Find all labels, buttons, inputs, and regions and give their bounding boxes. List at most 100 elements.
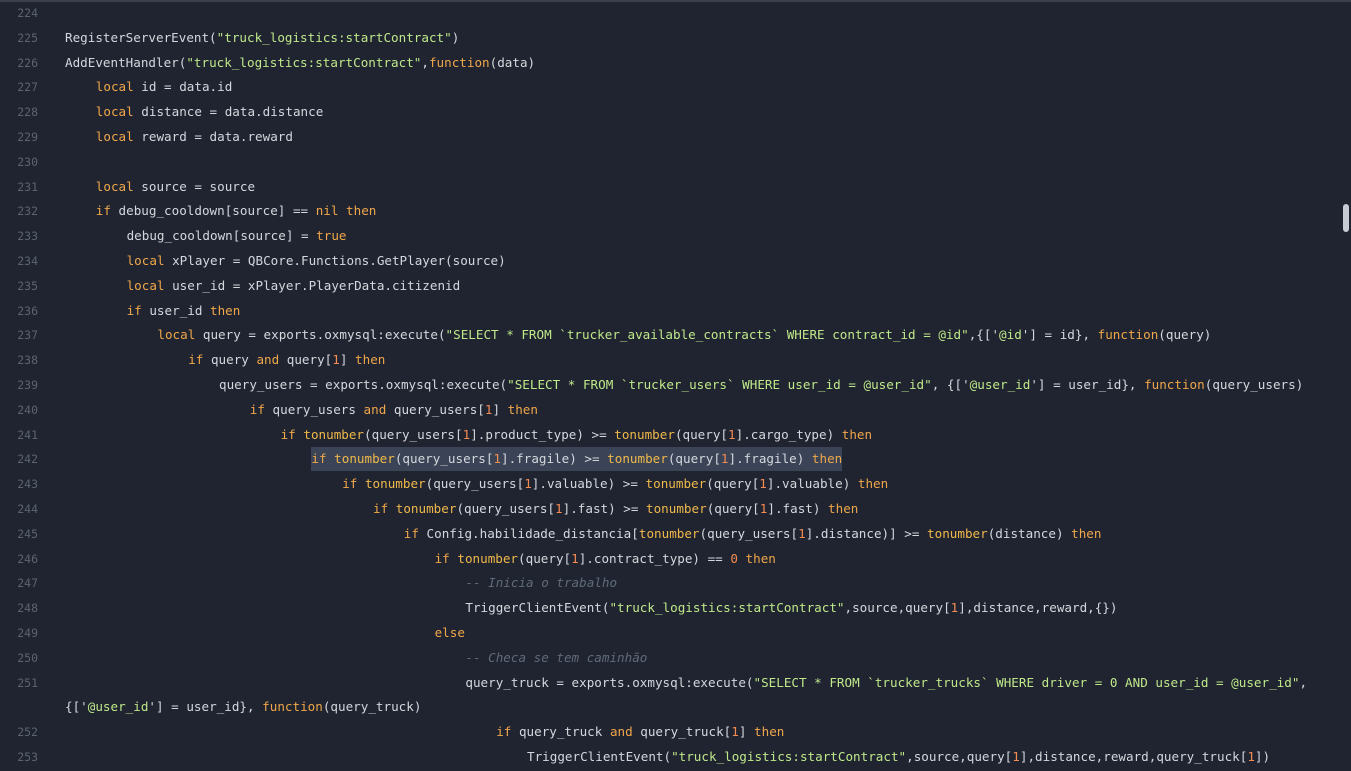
code-line[interactable]: 240 if query_users and query_users[1] the… [0, 398, 1351, 422]
code-line[interactable]: 248 TriggerClientEvent("truck_logistics:s… [0, 596, 1351, 620]
line-number: 249 [17, 626, 38, 640]
line-number: 248 [17, 601, 38, 616]
code-token: if [496, 724, 512, 740]
code-line[interactable]: 228 local distance = data.distance [0, 100, 1351, 124]
code-token: tonumber [638, 525, 700, 541]
code-token: AddEventHandler( [65, 54, 187, 70]
code-line[interactable]: 250 -- Checa se tem caminhão [0, 646, 1351, 670]
code-line[interactable]: 247 -- Inicia o trabalho [0, 571, 1351, 595]
code-line[interactable]: 227 local id = data.id [0, 75, 1351, 99]
code-token: (query_users) [1204, 377, 1304, 392]
code-token: if [95, 203, 111, 219]
code-token: local [157, 327, 196, 343]
code-token: query [203, 352, 257, 368]
code-token: "truck_logistics:startContract" [671, 749, 907, 764]
line-number: 237 [17, 328, 38, 343]
highlighted-code-text: if tonumber(query_users[1].fragile) >= t… [311, 447, 843, 472]
code-line[interactable]: 231 local source = source [0, 175, 1351, 199]
code-line[interactable]: 232 if debug_cooldown[source] == nil then [0, 199, 1351, 223]
code-editor[interactable]: 224 225 RegisterServerEvent("truck_logisti… [0, 0, 1351, 771]
code-line[interactable]: 244 if tonumber(query_users[1].fast) >= t… [0, 497, 1351, 521]
code-line[interactable]: {['@user_id'] = user_id}, function(query… [0, 695, 1351, 719]
code-token: 0 [730, 550, 738, 566]
code-token: query_users[ [386, 401, 485, 417]
line-number: 252 [17, 725, 38, 740]
code-text: local source = source [96, 175, 255, 199]
code-token: debug_cooldown[source] == [110, 203, 316, 219]
code-text: local user_id = xPlayer.PlayerData.citiz… [127, 274, 461, 298]
code-text: -- Checa se tem caminhão [465, 646, 647, 670]
code-token: then [811, 451, 843, 467]
line-number: 235 [17, 278, 38, 293]
code-line[interactable]: 243 if tonumber(query_users[1].valuable) … [0, 472, 1351, 496]
line-number: 244 [17, 502, 38, 516]
code-token: ] [738, 724, 755, 740]
code-line[interactable]: 242 if tonumber(query_users[1].fragile) >… [0, 447, 1351, 472]
code-text: AddEventHandler("truck_logistics:startCo… [65, 51, 535, 75]
code-line[interactable]: 226 AddEventHandler("truck_logistics:star… [0, 51, 1351, 75]
code-line[interactable]: 229 local reward = data.reward [0, 125, 1351, 149]
code-text: {['@user_id'] = user_id}, function(query… [65, 695, 421, 719]
code-token: ].fast) >= [562, 501, 647, 516]
code-token: then [1071, 525, 1102, 541]
code-token: else [434, 625, 465, 640]
code-line[interactable]: 238 if query and query[1] then [0, 348, 1351, 372]
code-token: (query_users[ [394, 451, 494, 467]
code-line[interactable]: 234 local xPlayer = QBCore.Functions.GetP… [0, 249, 1351, 273]
code-line[interactable]: 230 [0, 150, 1351, 174]
code-line[interactable]: 241 if tonumber(query_users[1].product_ty… [0, 423, 1351, 447]
code-text: TriggerClientEvent("truck_logistics:star… [465, 596, 1117, 620]
line-number: 231 [17, 179, 38, 194]
code-line[interactable]: 236 if user_id then [0, 299, 1351, 323]
code-text: if query_truck and query_truck[1] then [496, 720, 784, 744]
code-line[interactable]: 246 if tonumber(query[1].contract_type) =… [0, 547, 1351, 571]
code-token: if [311, 451, 327, 467]
code-token: query[ [279, 352, 333, 368]
code-token: local [95, 79, 134, 95]
code-text: if query and query[1] then [188, 348, 385, 372]
code-text: query_truck = exports.oxmysql:execute("S… [465, 671, 1307, 695]
code-token: ],distance,reward,query_truck[ [1019, 749, 1248, 764]
vertical-scrollbar-thumb[interactable] [1343, 204, 1349, 232]
code-text: RegisterServerEvent("truck_logistics:sta… [65, 26, 459, 50]
code-token: 1 [524, 476, 532, 492]
code-token: Config.habilidade_distancia[ [418, 525, 639, 541]
code-token: ],distance,reward,{}) [958, 600, 1118, 616]
code-token: and [256, 352, 280, 368]
code-line[interactable]: 245 if Config.habilidade_distancia[tonumb… [0, 522, 1351, 546]
code-token: RegisterServerEvent( [65, 29, 217, 45]
code-line[interactable]: 252 if query_truck and query_truck[1] the… [0, 720, 1351, 744]
code-text: if user_id then [127, 299, 241, 323]
code-token: 1 [731, 724, 739, 740]
code-line[interactable]: 251 query_truck = exports.oxmysql:execute… [0, 671, 1351, 695]
code-line[interactable]: 235 local user_id = xPlayer.PlayerData.ci… [0, 274, 1351, 298]
code-token: then [346, 203, 377, 219]
code-token: -- Inicia o trabalho [465, 575, 618, 591]
code-token: then [745, 550, 776, 566]
code-token: (query_users[ [456, 501, 556, 516]
code-line[interactable]: 237 local query = exports.oxmysql:execute… [0, 323, 1351, 347]
code-token: ] [339, 352, 356, 368]
code-token: tonumber [364, 476, 426, 492]
code-text: else [435, 621, 465, 645]
code-line[interactable]: 239 query_users = exports.oxmysql:execute… [0, 373, 1351, 397]
code-text: local query = exports.oxmysql:execute("S… [157, 323, 1211, 347]
code-line[interactable]: 253 TriggerClientEvent("truck_logistics:s… [0, 745, 1351, 769]
code-token: (query[ [706, 476, 760, 492]
code-line[interactable]: 225 RegisterServerEvent("truck_logistics:… [0, 26, 1351, 50]
code-token: user_id [141, 302, 211, 318]
code-token: "truck_logistics:startContract" [186, 54, 422, 70]
code-token: tonumber [646, 501, 707, 516]
code-line[interactable]: 224 [0, 2, 1351, 25]
code-line[interactable]: 249 else [0, 621, 1351, 645]
code-line[interactable]: 233 debug_cooldown[source] = true [0, 224, 1351, 248]
code-token: ].fast) [767, 501, 829, 516]
code-token: '] = user_id}, [1030, 377, 1145, 392]
code-token: if [434, 550, 450, 566]
code-token: ].fragile) >= [501, 451, 608, 467]
code-token: 1 [1247, 749, 1255, 764]
code-token: tonumber [334, 451, 395, 467]
